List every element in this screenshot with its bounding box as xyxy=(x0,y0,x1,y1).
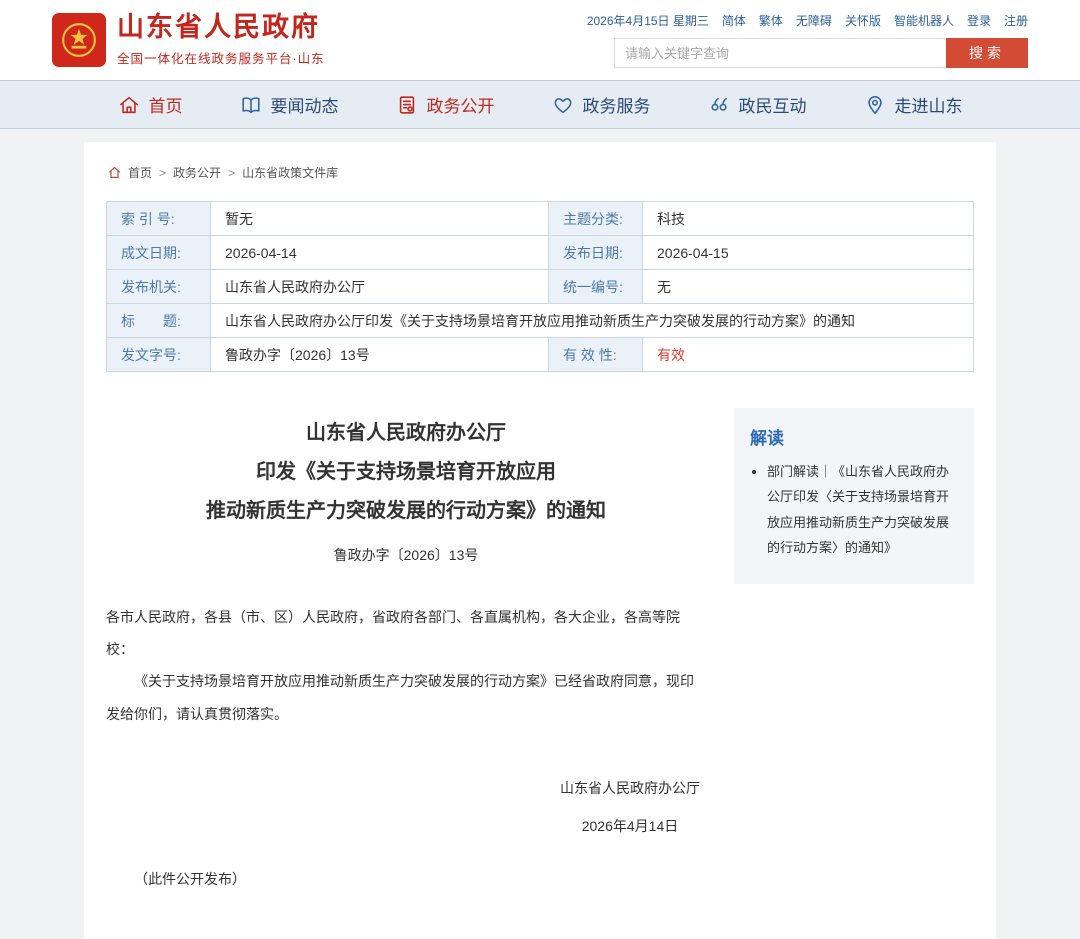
search-bar: 搜索 xyxy=(614,38,1028,68)
meta-label-uid: 统一编号: xyxy=(549,270,643,304)
meta-value-date-written: 2026-04-14 xyxy=(211,236,549,270)
meta-label-agency: 发布机关: xyxy=(107,270,211,304)
link-simplified-chinese[interactable]: 简体 xyxy=(722,12,746,29)
meta-value-validity: 有效 xyxy=(643,338,974,372)
interpretation-sidebar: 解读 部门解读｜《山东省人民政府办公厅印发〈关于支持场景培育开放应用推动新质生产… xyxy=(734,408,974,584)
link-traditional-chinese[interactable]: 繁体 xyxy=(759,12,783,29)
nav-item-label: 政务服务 xyxy=(583,92,651,117)
content-card: 首页 > 政务公开 > 山东省政策文件库 索 引 号: 暂无 主题分类: 科技 … xyxy=(84,142,996,939)
meta-label-title: 标 题: xyxy=(107,304,211,338)
meta-label-doc-number: 发文字号: xyxy=(107,338,211,372)
meta-value-date-published: 2026-04-15 xyxy=(643,236,974,270)
interpretation-link[interactable]: 部门解读｜《山东省人民政府办公厅印发〈关于支持场景培育开放应用推动新质生产力突破… xyxy=(767,459,958,560)
breadcrumb-home[interactable]: 首页 xyxy=(128,164,152,181)
document-title-line: 推动新质生产力突破发展的行动方案》的通知 xyxy=(106,492,706,531)
document-title-line: 山东省人民政府办公厅 xyxy=(106,414,706,453)
breadcrumb-policy-library[interactable]: 山东省政策文件库 xyxy=(242,164,338,181)
link-login[interactable]: 登录 xyxy=(967,12,991,29)
document-body: 各市人民政府，各县（市、区）人民政府，省政府各部门、各直属机构，各大企业，各高等… xyxy=(106,601,706,730)
body-paragraph: 《关于支持场景培育开放应用推动新质生产力突破发展的行动方案》已经省政府同意，现印… xyxy=(106,665,706,729)
search-input[interactable] xyxy=(614,38,946,68)
site-title-block: 山东省人民政府 全国一体化在线政务服务平台·山东 xyxy=(117,13,325,67)
breadcrumb-separator: > xyxy=(159,166,166,180)
nav-item-disclosure[interactable]: 政务公开 xyxy=(396,92,495,117)
signature-block: 山东省人民政府办公厅 2026年4月14日 xyxy=(106,770,706,846)
site-header: 山东省人民政府 全国一体化在线政务服务平台·山东 2026年4月15日 星期三 … xyxy=(0,0,1080,80)
signature-agency: 山东省人民政府办公厅 xyxy=(560,770,700,808)
nav-item-interaction[interactable]: 政民互动 xyxy=(708,92,807,117)
nav-item-label: 走进山东 xyxy=(895,92,963,117)
document-meta-table: 索 引 号: 暂无 主题分类: 科技 成文日期: 2026-04-14 发布日期… xyxy=(106,201,974,372)
heart-service-icon xyxy=(552,94,574,116)
national-emblem-icon xyxy=(52,13,106,67)
meta-row: 发布机关: 山东省人民政府办公厅 统一编号: 无 xyxy=(107,270,974,304)
meta-row: 成文日期: 2026-04-14 发布日期: 2026-04-15 xyxy=(107,236,974,270)
nav-item-visit-shandong[interactable]: 走进山东 xyxy=(864,92,963,117)
document-number: 鲁政办字〔2026〕13号 xyxy=(106,545,706,565)
link-elder-mode[interactable]: 关怀版 xyxy=(845,12,881,29)
document-title-line: 印发《关于支持场景培育开放应用 xyxy=(106,453,706,492)
document-title: 山东省人民政府办公厅 印发《关于支持场景培育开放应用 推动新质生产力突破发展的行… xyxy=(106,414,706,531)
meta-row: 发文字号: 鲁政办字〔2026〕13号 有 效 性: 有效 xyxy=(107,338,974,372)
site-branding: 山东省人民政府 全国一体化在线政务服务平台·山东 xyxy=(52,13,325,67)
article: 山东省人民政府办公厅 印发《关于支持场景培育开放应用 推动新质生产力突破发展的行… xyxy=(106,408,734,889)
map-pin-icon xyxy=(864,94,886,116)
link-accessibility[interactable]: 无障碍 xyxy=(796,12,832,29)
nav-item-label: 政民互动 xyxy=(739,92,807,117)
meta-value-title: 山东省人民政府办公厅印发《关于支持场景培育开放应用推动新质生产力突破发展的行动方… xyxy=(211,304,974,338)
current-date-text: 2026年4月15日 星期三 xyxy=(587,12,709,29)
top-utility-links: 2026年4月15日 星期三 简体 繁体 无障碍 关怀版 智能机器人 登录 注册 xyxy=(587,12,1028,29)
sidebar-title: 解读 xyxy=(750,424,958,449)
site-subtitle: 全国一体化在线政务服务平台·山东 xyxy=(117,48,325,67)
breadcrumb-separator: > xyxy=(228,166,235,180)
public-release-note: （此件公开发布） xyxy=(106,869,706,889)
main-nav: 首页 要闻动态 政务公开 xyxy=(0,80,1080,129)
signature-date: 2026年4月14日 xyxy=(560,808,700,846)
news-book-icon xyxy=(240,94,262,116)
link-register[interactable]: 注册 xyxy=(1004,12,1028,29)
meta-row: 标 题: 山东省人民政府办公厅印发《关于支持场景培育开放应用推动新质生产力突破发… xyxy=(107,304,974,338)
meta-label-date-published: 发布日期: xyxy=(549,236,643,270)
meta-value-category: 科技 xyxy=(643,202,974,236)
meta-value-agency: 山东省人民政府办公厅 xyxy=(211,270,549,304)
nav-item-home[interactable]: 首页 xyxy=(118,92,183,117)
header-right: 2026年4月15日 星期三 简体 繁体 无障碍 关怀版 智能机器人 登录 注册… xyxy=(587,12,1028,68)
meta-label-category: 主题分类: xyxy=(549,202,643,236)
meta-label-date-written: 成文日期: xyxy=(107,236,211,270)
search-button[interactable]: 搜索 xyxy=(946,38,1028,68)
home-icon xyxy=(108,166,121,179)
document-disclosure-icon xyxy=(396,94,418,116)
breadcrumb: 首页 > 政务公开 > 山东省政策文件库 xyxy=(108,164,974,181)
nav-item-label: 首页 xyxy=(149,92,183,117)
meta-value-uid: 无 xyxy=(643,270,974,304)
site-name: 山东省人民政府 xyxy=(117,13,325,43)
nav-item-label: 政务公开 xyxy=(427,92,495,117)
content-background: 首页 > 政务公开 > 山东省政策文件库 索 引 号: 暂无 主题分类: 科技 … xyxy=(0,129,1080,939)
page: 山东省人民政府 全国一体化在线政务服务平台·山东 2026年4月15日 星期三 … xyxy=(0,0,1080,939)
interaction-quotes-icon xyxy=(708,94,730,116)
body-paragraph: 各市人民政府，各县（市、区）人民政府，省政府各部门、各直属机构，各大企业，各高等… xyxy=(106,601,706,665)
meta-value-doc-number: 鲁政办字〔2026〕13号 xyxy=(211,338,549,372)
breadcrumb-disclosure[interactable]: 政务公开 xyxy=(173,164,221,181)
meta-row: 索 引 号: 暂无 主题分类: 科技 xyxy=(107,202,974,236)
nav-item-services[interactable]: 政务服务 xyxy=(552,92,651,117)
meta-label-index: 索 引 号: xyxy=(107,202,211,236)
nav-item-label: 要闻动态 xyxy=(271,92,339,117)
interpretation-list: 部门解读｜《山东省人民政府办公厅印发〈关于支持场景培育开放应用推动新质生产力突破… xyxy=(750,459,958,560)
meta-label-validity: 有 效 性: xyxy=(549,338,643,372)
nav-item-news[interactable]: 要闻动态 xyxy=(240,92,339,117)
meta-value-index: 暂无 xyxy=(211,202,549,236)
link-chatbot[interactable]: 智能机器人 xyxy=(894,12,954,29)
home-icon xyxy=(118,94,140,116)
